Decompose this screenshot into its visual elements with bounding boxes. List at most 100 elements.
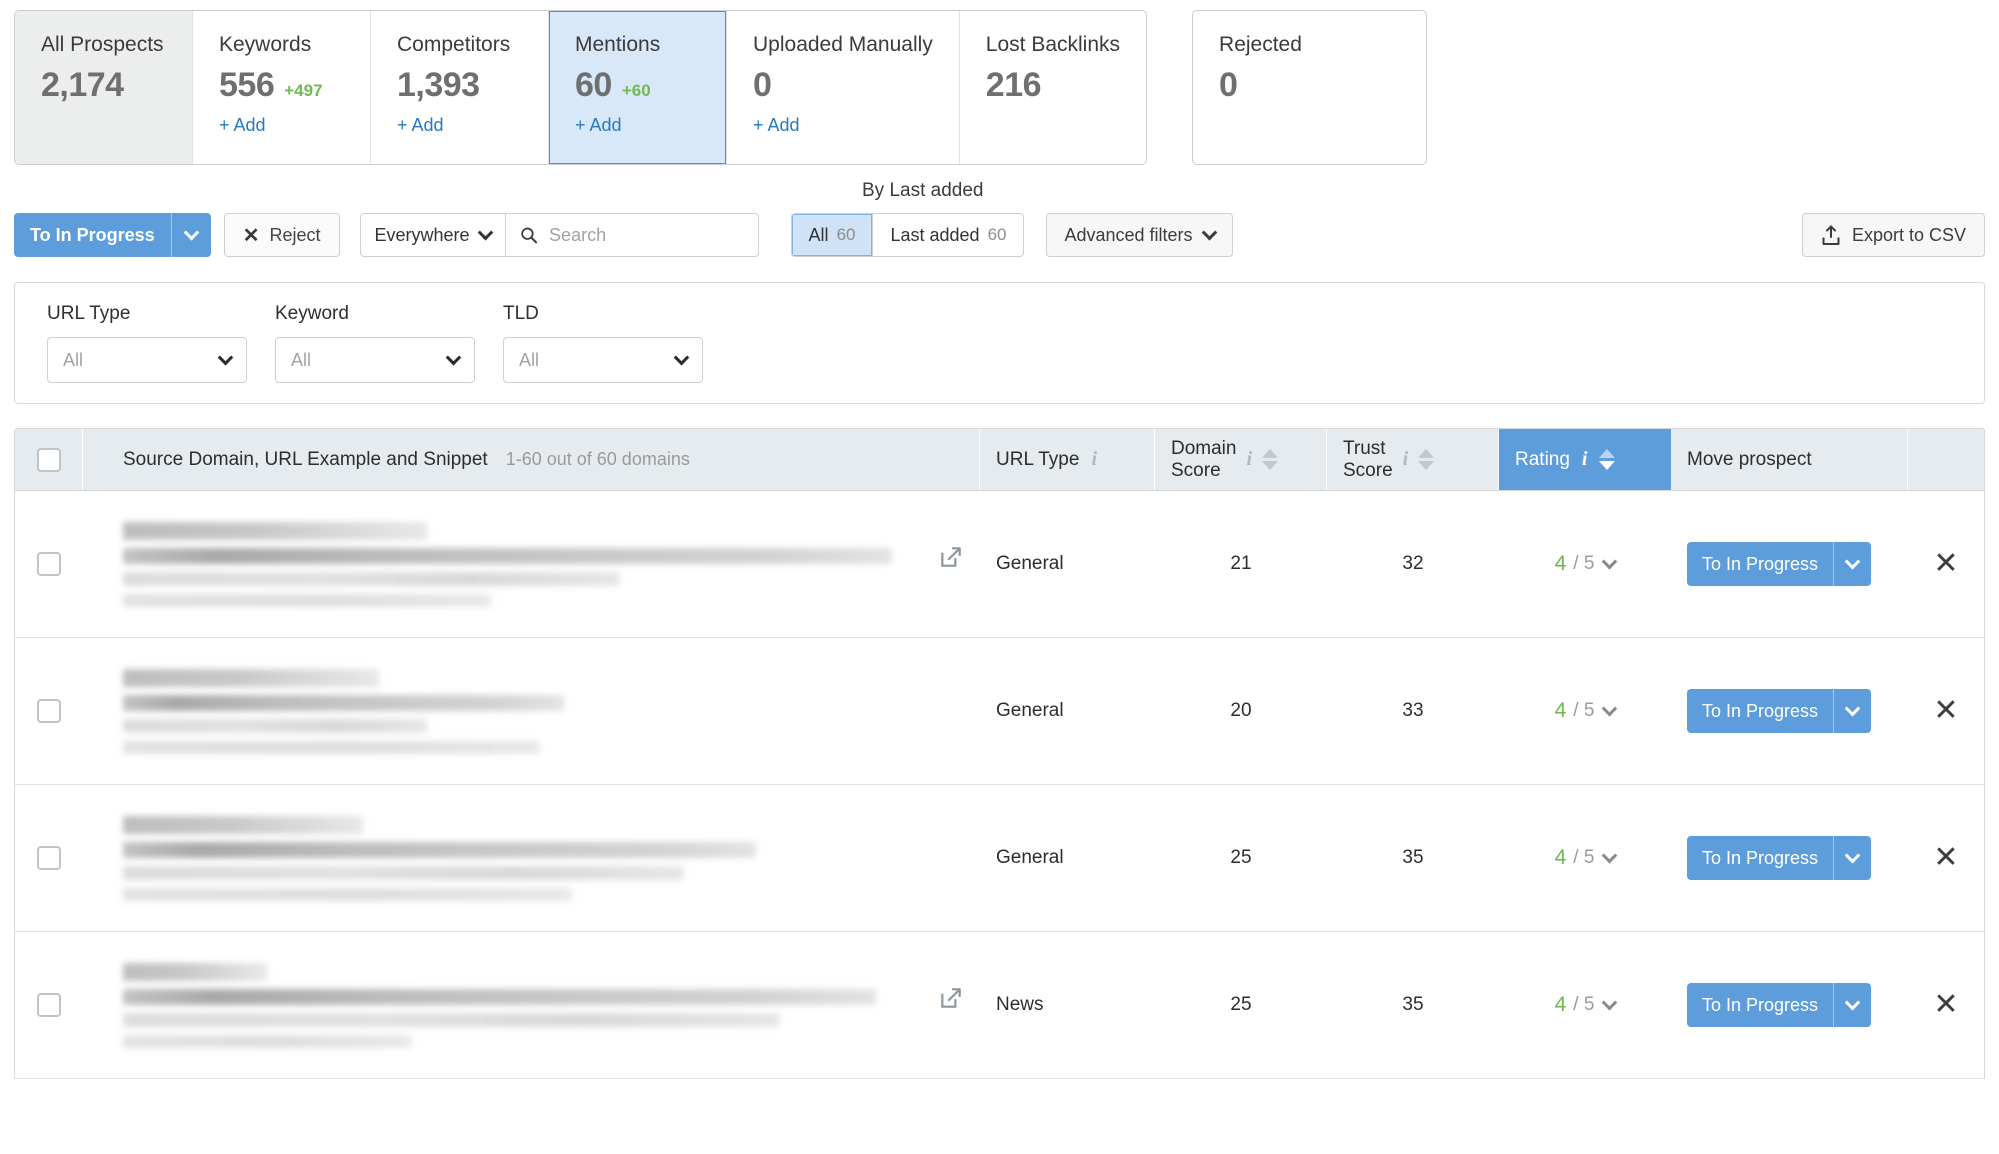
- select-all-header: [15, 429, 83, 490]
- info-icon[interactable]: i: [1091, 448, 1097, 471]
- filter-url-type: URL Type All: [47, 303, 247, 383]
- redacted-domain[interactable]: [123, 815, 364, 834]
- remove-row-button[interactable]: ✕: [1933, 843, 1958, 873]
- filter-label: Keyword: [275, 303, 349, 324]
- row-select-checkbox[interactable]: [37, 846, 61, 870]
- row-move-dropdown-toggle[interactable]: [1833, 689, 1871, 733]
- export-csv-button[interactable]: Export to CSV: [1801, 213, 1985, 257]
- info-icon[interactable]: i: [1246, 448, 1252, 471]
- row-move-label[interactable]: To In Progress: [1687, 542, 1833, 586]
- stat-tab-delta: +60: [621, 81, 651, 101]
- filter-select[interactable]: All: [275, 337, 475, 383]
- row-select-cell: [15, 785, 83, 931]
- stat-tab-add-link[interactable]: + Add: [219, 115, 344, 136]
- row-move-button[interactable]: To In Progress: [1687, 542, 1872, 586]
- stat-tab-competitors[interactable]: Competitors 1,393 + Add: [371, 11, 549, 164]
- row-remove-cell: ✕: [1908, 491, 1984, 637]
- remove-row-button[interactable]: ✕: [1933, 990, 1958, 1020]
- advanced-filters-button[interactable]: Advanced filters: [1046, 213, 1233, 257]
- row-move-dropdown-toggle[interactable]: [1833, 836, 1871, 880]
- row-url-type: General: [996, 847, 1064, 868]
- filter-label: URL Type: [47, 303, 131, 324]
- reject-button[interactable]: ✕ Reject: [223, 213, 340, 257]
- chevron-down-icon[interactable]: [1602, 553, 1618, 569]
- chevron-down-icon[interactable]: [1602, 847, 1618, 863]
- stat-tab-label: Lost Backlinks: [985, 33, 1121, 56]
- redacted-snippet-line: [123, 740, 540, 754]
- redacted-url[interactable]: [123, 694, 564, 711]
- row-rating[interactable]: 4 / 5: [1499, 491, 1671, 637]
- redacted-url[interactable]: [123, 547, 892, 564]
- info-icon[interactable]: i: [1582, 448, 1588, 471]
- column-header-source-domain[interactable]: Source Domain, URL Example and Snippet 1…: [83, 429, 980, 490]
- search-field-wrap: [506, 214, 758, 256]
- row-move-dropdown-toggle[interactable]: [1833, 983, 1871, 1027]
- search-scope-dropdown[interactable]: Everywhere: [361, 214, 506, 256]
- row-rating[interactable]: 4 / 5: [1499, 932, 1671, 1078]
- row-rating[interactable]: 4 / 5: [1499, 785, 1671, 931]
- row-select-checkbox[interactable]: [37, 699, 61, 723]
- column-header-url-type[interactable]: URL Type i: [980, 429, 1155, 490]
- bulk-move-label[interactable]: To In Progress: [14, 213, 171, 257]
- info-icon[interactable]: i: [1403, 448, 1409, 471]
- bulk-move-button[interactable]: To In Progress: [14, 213, 211, 257]
- row-rating[interactable]: 4 / 5: [1499, 638, 1671, 784]
- column-header-label: Trust Score: [1343, 438, 1393, 482]
- stat-tab-mentions[interactable]: Mentions 60 +60 + Add: [549, 11, 727, 164]
- sort-descending-icon: [1262, 461, 1279, 470]
- chevron-down-icon: [217, 349, 234, 365]
- chevron-down-icon[interactable]: [1602, 994, 1618, 1010]
- stat-tab-rejected[interactable]: Rejected 0: [1192, 10, 1428, 165]
- column-header-line2: Score: [1343, 459, 1393, 481]
- external-link-icon[interactable]: [938, 544, 964, 570]
- column-header-trust-score[interactable]: Trust Score i: [1327, 429, 1499, 490]
- remove-row-button[interactable]: ✕: [1933, 549, 1958, 579]
- select-all-checkbox[interactable]: [36, 447, 61, 472]
- sort-toggle[interactable]: [1262, 449, 1279, 470]
- stat-tab-keywords[interactable]: Keywords 556 +497 + Add: [193, 11, 371, 164]
- filter-select[interactable]: All: [503, 337, 703, 383]
- row-move-label[interactable]: To In Progress: [1687, 689, 1833, 733]
- row-select-checkbox[interactable]: [37, 552, 61, 576]
- search-input[interactable]: [547, 223, 744, 247]
- stat-tab-all-prospects[interactable]: All Prospects 2,174: [15, 11, 193, 164]
- row-select-checkbox[interactable]: [37, 993, 61, 1017]
- segment-all[interactable]: All 60: [791, 214, 874, 256]
- sort-toggle[interactable]: [1418, 449, 1435, 470]
- segment-last-added[interactable]: Last added 60: [873, 214, 1023, 256]
- redacted-url[interactable]: [123, 988, 876, 1005]
- stat-tab-add-link[interactable]: + Add: [575, 115, 700, 136]
- remove-row-button[interactable]: ✕: [1933, 696, 1958, 726]
- chevron-down-icon[interactable]: [1602, 700, 1618, 716]
- sort-toggle[interactable]: [1599, 449, 1616, 470]
- redacted-domain[interactable]: [123, 962, 268, 981]
- stat-tab-lost-backlinks[interactable]: Lost Backlinks 216: [959, 11, 1147, 164]
- row-move-button[interactable]: To In Progress: [1687, 836, 1872, 880]
- filter-select[interactable]: All: [47, 337, 247, 383]
- row-select-cell: [15, 638, 83, 784]
- redacted-url[interactable]: [123, 841, 756, 858]
- row-move-label[interactable]: To In Progress: [1687, 836, 1833, 880]
- row-move-label[interactable]: To In Progress: [1687, 983, 1833, 1027]
- row-move-cell: To In Progress: [1671, 785, 1908, 931]
- external-link-icon[interactable]: [938, 985, 964, 1011]
- bulk-move-dropdown-toggle[interactable]: [170, 213, 211, 257]
- stat-tab-delta: +497: [284, 81, 323, 101]
- column-header-actions: [1908, 429, 1984, 490]
- column-header-domain-score[interactable]: Domain Score i: [1155, 429, 1327, 490]
- stat-tab-uploaded-manually[interactable]: Uploaded Manually 0 + Add: [727, 11, 960, 164]
- row-trust-score: 35: [1402, 994, 1424, 1015]
- redacted-content: [123, 668, 924, 754]
- redacted-domain[interactable]: [123, 521, 428, 540]
- redacted-snippet-line: [123, 1034, 412, 1048]
- redacted-snippet-line: [123, 887, 572, 901]
- row-move-button[interactable]: To In Progress: [1687, 983, 1872, 1027]
- column-header-rating[interactable]: Rating i: [1499, 429, 1671, 490]
- row-move-button[interactable]: To In Progress: [1687, 689, 1872, 733]
- search-scope-label: Everywhere: [374, 224, 470, 245]
- stat-tab-add-link[interactable]: + Add: [397, 115, 522, 136]
- stat-tab-add-link[interactable]: + Add: [753, 115, 933, 136]
- redacted-domain[interactable]: [123, 668, 380, 687]
- row-remove-cell: ✕: [1908, 785, 1984, 931]
- row-move-dropdown-toggle[interactable]: [1833, 542, 1871, 586]
